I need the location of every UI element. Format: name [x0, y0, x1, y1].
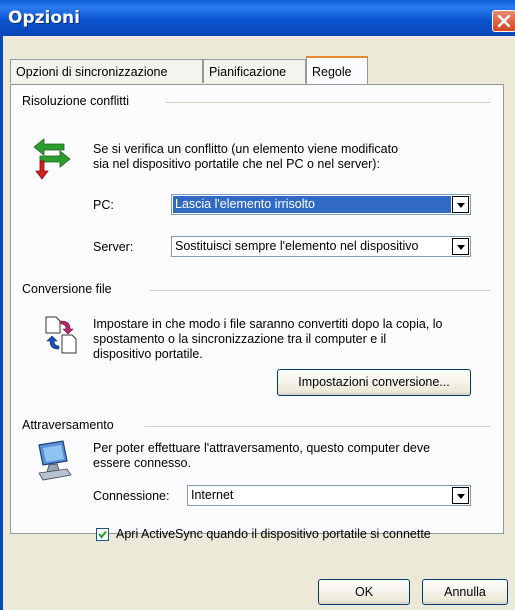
pc-conflict-select[interactable]: Lascia l'elemento irrisolto — [171, 194, 471, 215]
passthrough-description-line1: Per poter effettuare l'attraversamento, … — [93, 441, 431, 455]
close-icon — [497, 14, 511, 28]
computer-network-icon — [38, 440, 72, 481]
open-activesync-checkbox[interactable] — [96, 528, 109, 541]
open-activesync-label[interactable]: Apri ActiveSync quando il dispositivo po… — [116, 527, 431, 542]
conversion-description-line1: Impostare in che modo i file saranno con… — [93, 317, 443, 331]
tab-label: Opzioni di sincronizzazione — [16, 65, 168, 79]
close-button[interactable] — [492, 10, 515, 32]
group-divider — [150, 290, 490, 291]
passthrough-description-line2: essere connesso. — [93, 456, 191, 470]
tab-label: Regole — [312, 65, 352, 79]
conflict-group-heading: Risoluzione conflitti — [22, 94, 133, 108]
pc-conflict-value: Lascia l'elemento irrisolto — [173, 196, 451, 213]
dropdown-arrow-icon[interactable] — [452, 196, 469, 213]
group-divider — [145, 426, 490, 427]
cancel-button[interactable]: Annulla — [422, 579, 508, 605]
conversion-group-heading: Conversione file — [22, 282, 116, 296]
checkmark-icon — [98, 530, 107, 539]
window-frame — [0, 36, 3, 610]
conversion-settings-button[interactable]: Impostazioni conversione... — [277, 369, 471, 396]
pc-label: PC: — [93, 198, 114, 212]
server-label: Server: — [93, 240, 134, 254]
tab-schedule[interactable]: Pianificazione — [203, 59, 306, 83]
connection-value: Internet — [191, 488, 234, 502]
server-conflict-select[interactable]: Sostituisci sempre l'elemento nel dispos… — [171, 236, 471, 257]
window-title: Opzioni — [8, 8, 80, 28]
dropdown-arrow-icon[interactable] — [452, 238, 469, 255]
ok-button[interactable]: OK — [318, 579, 410, 605]
conflict-description-line1: Se si verifica un conflitto (un elemento… — [93, 142, 399, 156]
conversion-description-line2: spostamento o la sincronizzazione tra il… — [93, 332, 387, 346]
connection-select[interactable]: Internet — [187, 485, 471, 506]
tab-sync-options[interactable]: Opzioni di sincronizzazione — [10, 59, 203, 83]
title-bar[interactable]: Opzioni — [0, 0, 515, 36]
dropdown-arrow-icon[interactable] — [452, 487, 469, 504]
tab-label: Pianificazione — [209, 65, 287, 79]
conversion-description-line3: dispositivo portatile. — [93, 347, 203, 361]
file-conversion-icon — [45, 316, 77, 354]
connection-label: Connessione: — [93, 489, 170, 503]
conflict-arrows-icon — [33, 138, 71, 180]
passthrough-group-heading: Attraversamento — [22, 418, 118, 432]
server-conflict-value: Sostituisci sempre l'elemento nel dispos… — [175, 239, 419, 253]
group-divider — [166, 102, 490, 103]
conflict-description-line2: sia nel dispositivo portatile che nel PC… — [93, 157, 380, 171]
tab-rules[interactable]: Regole — [306, 56, 368, 84]
